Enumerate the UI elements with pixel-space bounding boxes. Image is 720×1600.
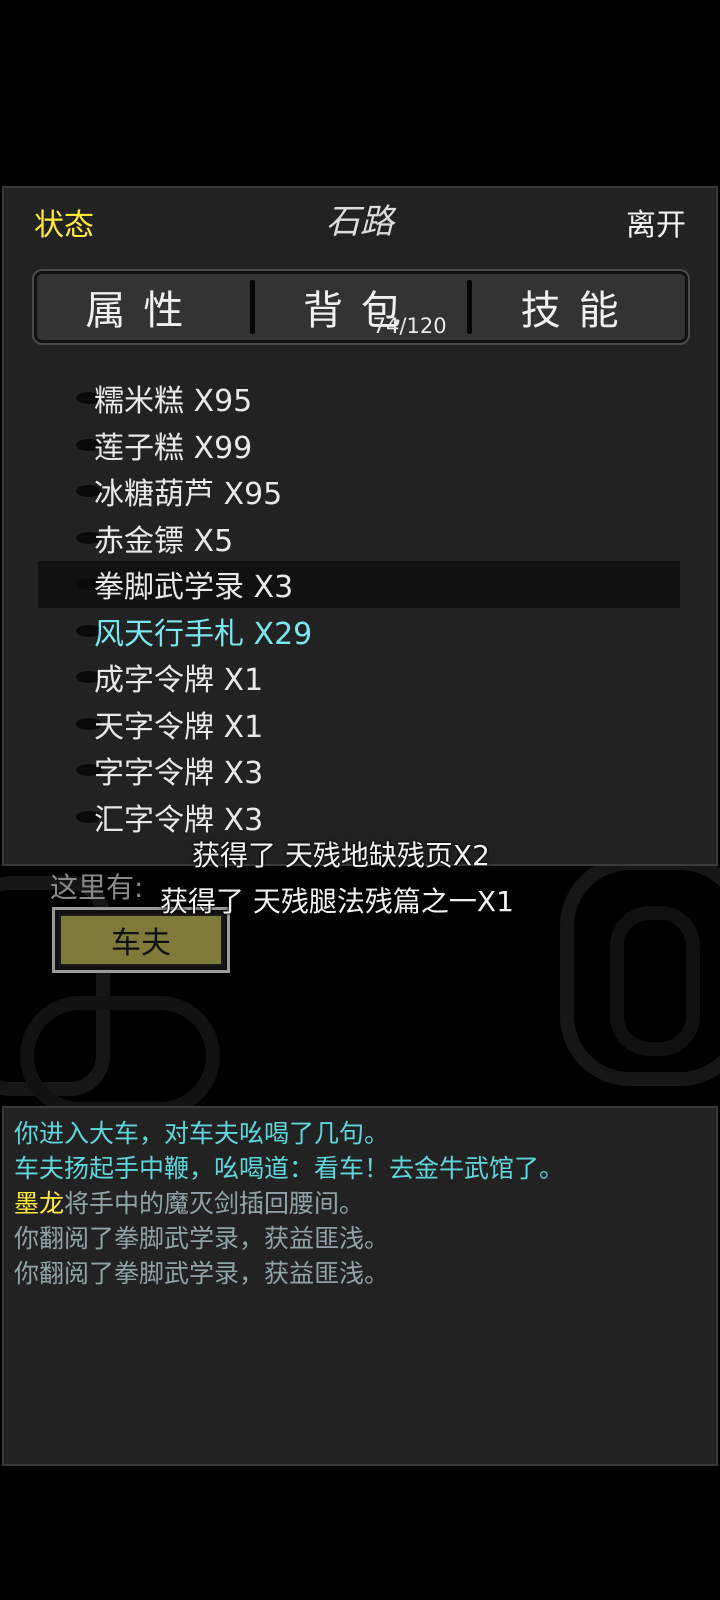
item-name: 糯米糕 X95 xyxy=(94,384,253,420)
item-name: 赤金镖 X5 xyxy=(94,523,234,559)
item-name: 成字令牌 X1 xyxy=(94,663,264,699)
item-name: 冰糖葫芦 X95 xyxy=(94,477,283,513)
message-log: 你进入大车，对车夫吆喝了几句。 车夫扬起手中鞭，吆喝道：看车！去金牛武馆了。 墨龙将… xyxy=(2,1106,718,1466)
tab-skills[interactable]: 技能 xyxy=(472,274,685,340)
log-text: 你进入大车，对车夫吆喝了几句。 xyxy=(14,1119,390,1148)
log-line: 车夫扬起手中鞭，吆喝道：看车！去金牛武馆了。 xyxy=(14,1151,706,1186)
item-name: 风天行手札 X29 xyxy=(94,616,313,652)
item-name: 天字令牌 X1 xyxy=(94,709,264,745)
item-name: 字字令牌 X3 xyxy=(94,756,264,792)
inventory-list: 糯米糕 X95 莲子糕 X99 冰糖葫芦 X95 赤金镖 X5 拳脚武学录 X3… xyxy=(38,375,680,840)
location-title: 石路 xyxy=(326,202,394,242)
item-name: 拳脚武学录 X3 xyxy=(94,570,294,606)
log-line: 你翻阅了拳脚武学录，获益匪浅。 xyxy=(14,1256,706,1291)
tab-bar: 属性 背包 74/120 技能 xyxy=(34,271,688,343)
log-player-name: 墨龙 xyxy=(14,1189,65,1218)
tab-skills-label: 技能 xyxy=(520,288,637,334)
tab-attributes[interactable]: 属性 xyxy=(37,274,250,340)
inventory-item[interactable]: 成字令牌 X1 xyxy=(38,654,680,701)
smoke-decoration xyxy=(610,906,700,1056)
npc-button-label: 车夫 xyxy=(59,914,223,966)
item-obtained-notification: 获得了 天残地缺残页X2 xyxy=(192,839,490,872)
log-text: 车夫扬起手中鞭，吆喝道：看车！去金牛武馆了。 xyxy=(14,1154,565,1183)
leave-button[interactable]: 离开 xyxy=(626,200,686,244)
log-line: 你进入大车，对车夫吆喝了几句。 xyxy=(14,1116,706,1151)
inventory-item[interactable]: 天字令牌 X1 xyxy=(38,701,680,748)
log-text: 你翻阅了拳脚武学录，获益匪浅。 xyxy=(14,1259,390,1288)
inventory-item[interactable]: 糯米糕 X95 xyxy=(38,375,680,422)
backpack-capacity: 74/120 xyxy=(372,314,447,338)
item-name: 汇字令牌 X3 xyxy=(94,802,264,838)
here-label: 这里有: xyxy=(50,871,144,904)
item-name: 莲子糕 X99 xyxy=(94,430,253,466)
tab-backpack[interactable]: 背包 74/120 xyxy=(255,274,468,340)
inventory-item[interactable]: 字字令牌 X3 xyxy=(38,747,680,794)
log-text: 你翻阅了拳脚武学录，获益匪浅。 xyxy=(14,1224,390,1253)
log-line: 墨龙将手中的魔灭剑插回腰间。 xyxy=(14,1186,706,1221)
smoke-decoration xyxy=(20,996,220,1106)
log-line: 你翻阅了拳脚武学录，获益匪浅。 xyxy=(14,1221,706,1256)
inventory-item[interactable]: 赤金镖 X5 xyxy=(38,515,680,562)
item-obtained-notification: 获得了 天残腿法残篇之一X1 xyxy=(160,885,514,918)
inventory-item[interactable]: 风天行手札 X29 xyxy=(38,608,680,655)
inventory-item[interactable]: 拳脚武学录 X3 xyxy=(38,561,680,608)
log-text: 将手中的魔灭剑插回腰间。 xyxy=(64,1189,365,1218)
inventory-item[interactable]: 冰糖葫芦 X95 xyxy=(38,468,680,515)
tab-attributes-label: 属性 xyxy=(85,288,202,334)
inventory-item[interactable]: 莲子糕 X99 xyxy=(38,422,680,469)
